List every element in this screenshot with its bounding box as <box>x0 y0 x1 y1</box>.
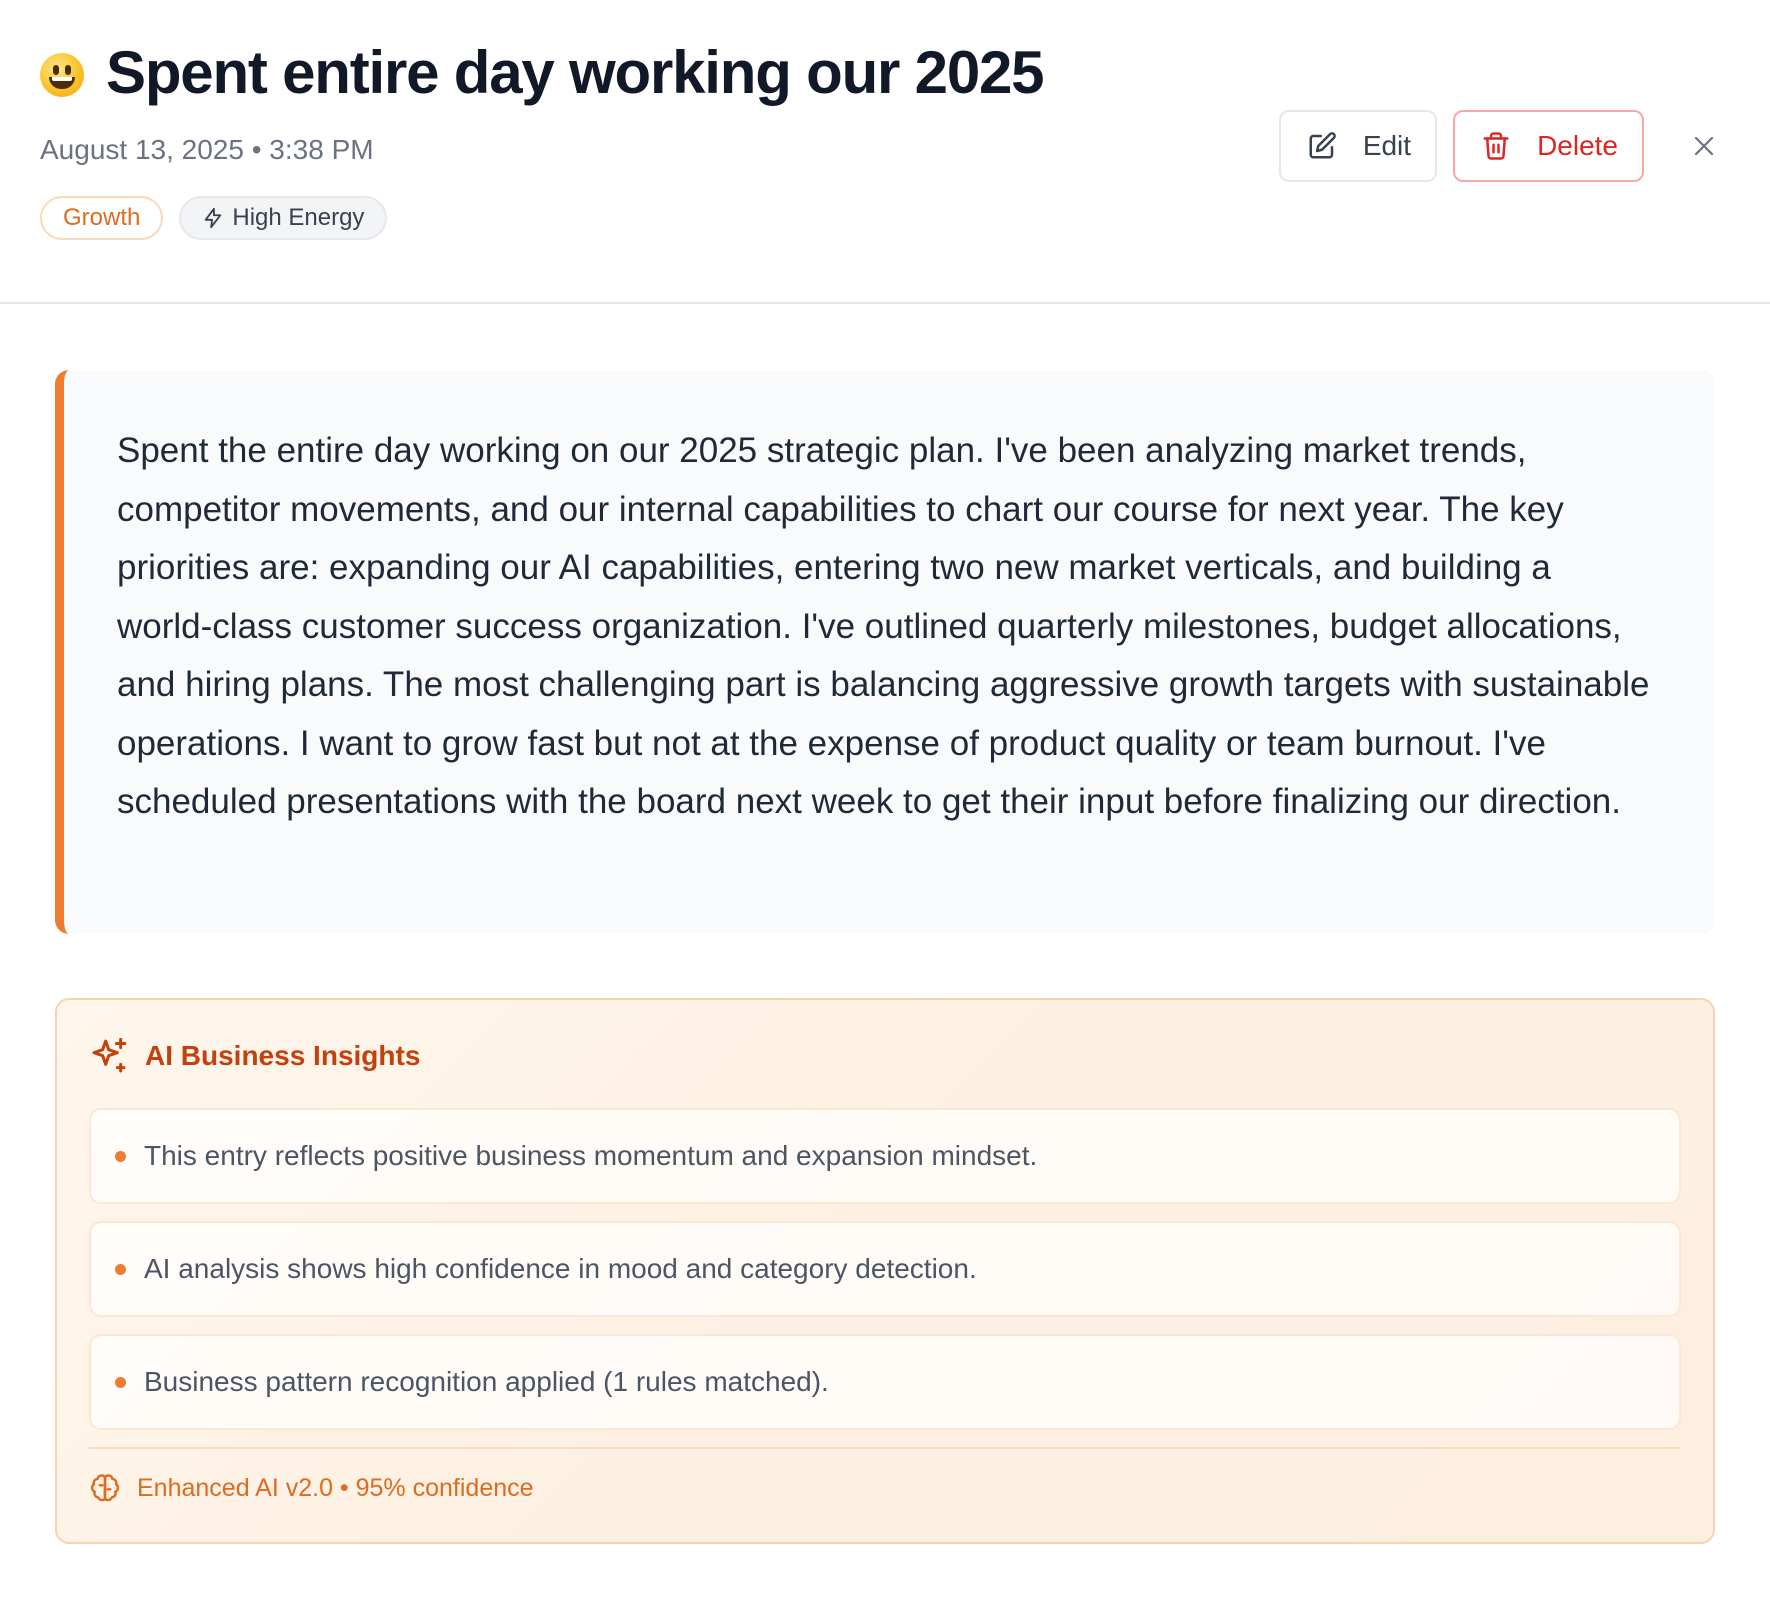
edit-button-label: Edit <box>1362 130 1412 161</box>
trash-icon <box>1483 132 1509 160</box>
entry-actions: Edit Delete <box>1278 110 1724 182</box>
list-item: Business pattern recognition applied (1 … <box>89 1334 1681 1430</box>
tag-list: Growth High Energy <box>40 196 388 240</box>
bullet-dot <box>115 1150 126 1162</box>
entry-content: Spent the entire day working on our 2025… <box>55 370 1715 934</box>
sparkles-icon <box>92 1037 127 1073</box>
category-tag: Growth <box>40 196 164 240</box>
bullet-dot <box>115 1376 126 1388</box>
list-item: This entry reflects positive business mo… <box>89 1108 1681 1204</box>
bullet-dot <box>115 1263 126 1275</box>
delete-button-label: Delete <box>1537 130 1618 161</box>
entry-datetime: August 13, 2025 • 3:38 PM <box>40 134 374 165</box>
insights-title: AI Business Insights <box>145 1040 421 1071</box>
lightning-icon <box>205 207 222 229</box>
delete-button[interactable]: Delete <box>1453 110 1644 182</box>
close-icon <box>1694 136 1714 156</box>
title-row: Spent entire day working our 2025 <box>40 38 1045 107</box>
smiley-emoji-icon <box>40 52 84 97</box>
insight-text: This entry reflects positive business mo… <box>144 1140 1038 1171</box>
brain-icon <box>90 1474 120 1502</box>
category-tag-label: Growth <box>63 204 141 231</box>
insight-text: Business pattern recognition applied (1 … <box>144 1366 829 1397</box>
edit-icon <box>1309 132 1336 159</box>
entry-header: Spent entire day working our 2025 August… <box>0 0 1770 304</box>
close-button[interactable] <box>1684 126 1724 166</box>
energy-tag-label: High Energy <box>232 204 365 231</box>
insight-text: AI analysis shows high confidence in moo… <box>144 1253 977 1284</box>
insights-footer: Enhanced AI v2.0 • 95% confidence <box>89 1447 1681 1527</box>
list-item: AI analysis shows high confidence in moo… <box>89 1221 1681 1317</box>
ai-insights-panel: AI Business Insights This entry reflects… <box>55 998 1715 1544</box>
insights-header: AI Business Insights <box>89 1000 1681 1108</box>
edit-button[interactable]: Edit <box>1278 110 1438 182</box>
energy-tag: High Energy <box>179 196 388 240</box>
page-title: Spent entire day working our 2025 <box>106 39 1045 106</box>
entry-text: Spent the entire day working on our 2025… <box>117 431 1650 821</box>
ai-model-info: Enhanced AI v2.0 • 95% confidence <box>137 1473 534 1502</box>
